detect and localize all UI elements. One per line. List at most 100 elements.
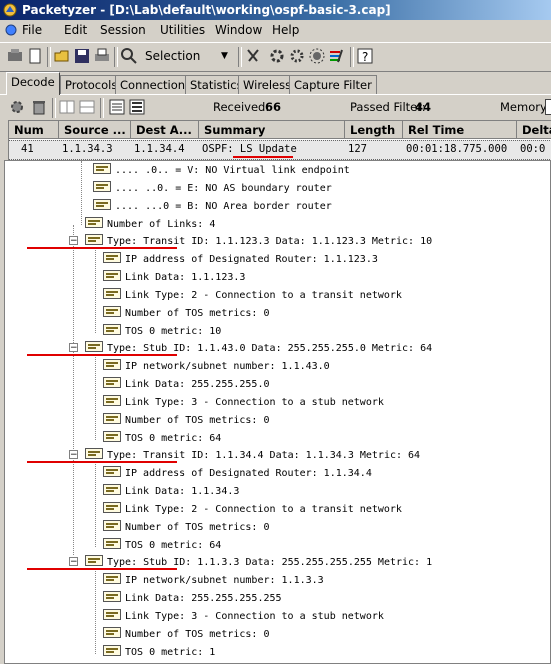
field-icon bbox=[103, 377, 121, 388]
field-icon bbox=[85, 234, 103, 245]
tree-item[interactable]: Number of TOS metrics: 0 bbox=[103, 625, 270, 643]
tree-connector bbox=[95, 247, 96, 333]
received-label: Received: bbox=[213, 100, 270, 114]
tree-item[interactable]: IP address of Designated Router: 1.1.34.… bbox=[103, 464, 372, 482]
tree-connector bbox=[73, 225, 74, 555]
menu-window[interactable]: Window bbox=[215, 23, 262, 37]
tree-item-label: IP address of Designated Router: 1.1.123… bbox=[125, 254, 378, 265]
collapse-toggle-icon[interactable]: − bbox=[69, 236, 78, 246]
tree-item[interactable]: Link Data: 255.255.255.0 bbox=[103, 375, 270, 393]
layout-split-icon[interactable] bbox=[58, 98, 76, 116]
toolbar-separator bbox=[52, 98, 56, 118]
tree-item[interactable]: TOS 0 metric: 64 bbox=[103, 536, 221, 554]
tree-item[interactable]: Link Data: 255.255.255.255 bbox=[103, 589, 282, 607]
tree-item[interactable]: Link Type: 2 - Connection to a transit n… bbox=[103, 286, 402, 304]
gear-icon[interactable] bbox=[8, 98, 26, 116]
decode-tree[interactable]: .... .0.. = V: NO Virtual link endpoint … bbox=[4, 160, 551, 664]
tab-decode[interactable]: Decode bbox=[6, 72, 60, 95]
title-bar[interactable]: Packetyzer - [D:\Lab\default\working\osp… bbox=[0, 0, 551, 20]
list-view-icon[interactable] bbox=[108, 98, 126, 116]
tree-item[interactable]: TOS 0 metric: 10 bbox=[103, 322, 221, 340]
trash-icon[interactable] bbox=[30, 98, 48, 116]
tab-protocols[interactable]: Protocols bbox=[60, 75, 123, 94]
collapse-toggle-icon[interactable]: − bbox=[69, 557, 78, 567]
search-icon[interactable] bbox=[120, 47, 138, 65]
tree-item[interactable]: Number of TOS metrics: 0 bbox=[103, 304, 270, 322]
field-icon bbox=[103, 288, 121, 299]
annotation-underline bbox=[27, 354, 177, 356]
column-header-dest[interactable]: Dest A... bbox=[131, 121, 199, 139]
column-header-num[interactable]: Num bbox=[9, 121, 59, 139]
gear-icon[interactable] bbox=[268, 47, 286, 65]
column-header-summary[interactable]: Summary bbox=[199, 121, 345, 139]
window-title: Packetyzer - [D:\Lab\default\working\osp… bbox=[22, 3, 391, 17]
tree-item-label: Link Type: 3 - Connection to a stub netw… bbox=[125, 397, 384, 408]
tree-item[interactable]: Link Type: 2 - Connection to a transit n… bbox=[103, 500, 402, 518]
gear-alt-icon[interactable] bbox=[308, 47, 326, 65]
tree-item[interactable]: Number of Links: 4 bbox=[85, 215, 215, 233]
tab-capture-filter[interactable]: Capture Filter bbox=[289, 75, 377, 94]
tree-item-label: .... ...0 = B: NO Area border router bbox=[115, 201, 332, 212]
field-icon bbox=[103, 573, 121, 584]
memory-label: Memory: bbox=[500, 100, 550, 114]
detail-view-icon[interactable] bbox=[128, 98, 146, 116]
tree-item[interactable]: TOS 0 metric: 1 bbox=[103, 643, 215, 661]
tree-item[interactable]: Link Type: 3 - Connection to a stub netw… bbox=[103, 607, 384, 625]
field-icon bbox=[103, 306, 121, 317]
received-count: 66 bbox=[265, 100, 282, 114]
collapse-toggle-icon[interactable]: − bbox=[69, 343, 78, 353]
tree-item-label: TOS 0 metric: 1 bbox=[125, 647, 216, 658]
field-icon bbox=[103, 466, 121, 477]
tree-item[interactable]: .... ..0. = E: NO AS boundary router bbox=[93, 179, 332, 197]
edit-list-icon[interactable] bbox=[328, 47, 346, 65]
capture-icon[interactable] bbox=[6, 47, 24, 65]
field-icon bbox=[85, 341, 103, 352]
tab-wireless[interactable]: Wireless bbox=[238, 75, 297, 94]
print-icon[interactable] bbox=[93, 47, 111, 65]
tree-item[interactable]: Number of TOS metrics: 0 bbox=[103, 518, 270, 536]
tree-item[interactable]: Number of TOS metrics: 0 bbox=[103, 411, 270, 429]
column-header-length[interactable]: Length bbox=[345, 121, 403, 139]
layout-columns-icon[interactable] bbox=[78, 98, 96, 116]
new-document-icon[interactable] bbox=[26, 47, 44, 65]
cell-delta: 00:0 bbox=[520, 143, 546, 155]
tree-item[interactable]: .... ...0 = B: NO Area border router bbox=[93, 197, 332, 215]
column-header-source[interactable]: Source ... bbox=[59, 121, 131, 139]
packet-list[interactable]: Num Source ... Dest A... Summary Length … bbox=[8, 120, 551, 160]
field-icon bbox=[85, 448, 103, 459]
tree-item[interactable]: .... .0.. = V: NO Virtual link endpoint bbox=[93, 161, 350, 179]
field-icon bbox=[103, 395, 121, 406]
tree-item-label: Number of TOS metrics: 0 bbox=[125, 522, 270, 533]
tree-item[interactable]: TOS 0 metric: 64 bbox=[103, 429, 221, 447]
save-icon[interactable] bbox=[73, 47, 91, 65]
menu-edit[interactable]: Edit bbox=[64, 23, 87, 37]
menu-file[interactable]: File bbox=[22, 23, 42, 37]
document-menu-icon[interactable] bbox=[4, 23, 18, 37]
menu-help[interactable]: Help bbox=[272, 23, 299, 37]
scissors-icon[interactable] bbox=[244, 47, 262, 65]
tree-item[interactable]: IP address of Designated Router: 1.1.123… bbox=[103, 250, 378, 268]
cell-rel-time: 00:01:18.775.000 bbox=[406, 143, 508, 155]
tree-item[interactable]: Link Data: 1.1.123.3 bbox=[103, 268, 245, 286]
column-header-rel-time[interactable]: Rel Time bbox=[403, 121, 517, 139]
column-header-delta[interactable]: Delta bbox=[517, 121, 551, 139]
menu-utilities[interactable]: Utilities bbox=[160, 23, 205, 37]
tab-connections[interactable]: Connections bbox=[115, 75, 197, 94]
collapse-toggle-icon[interactable]: − bbox=[69, 450, 78, 460]
field-icon bbox=[103, 627, 121, 638]
settings-icon[interactable] bbox=[288, 47, 306, 65]
tree-item[interactable]: IP network/subnet number: 1.1.3.3 bbox=[103, 571, 324, 589]
help-icon[interactable]: ? bbox=[356, 47, 374, 65]
tree-item-label: Type: Transit ID: 1.1.123.3 Data: 1.1.12… bbox=[107, 236, 433, 247]
menu-session[interactable]: Session bbox=[100, 23, 146, 37]
selection-dropdown[interactable]: Selection bbox=[145, 49, 200, 63]
cell-length: 127 bbox=[348, 143, 367, 155]
tree-item[interactable]: Link Type: 3 - Connection to a stub netw… bbox=[103, 393, 384, 411]
cell-dest: 1.1.34.4 bbox=[134, 143, 185, 155]
tree-item-label: Number of TOS metrics: 0 bbox=[125, 415, 270, 426]
open-folder-icon[interactable] bbox=[53, 47, 71, 65]
tree-item[interactable]: IP network/subnet number: 1.1.43.0 bbox=[103, 357, 330, 375]
tree-item[interactable]: Link Data: 1.1.34.3 bbox=[103, 482, 239, 500]
cell-source: 1.1.34.3 bbox=[62, 143, 113, 155]
chevron-down-icon[interactable]: ▼ bbox=[221, 51, 228, 61]
